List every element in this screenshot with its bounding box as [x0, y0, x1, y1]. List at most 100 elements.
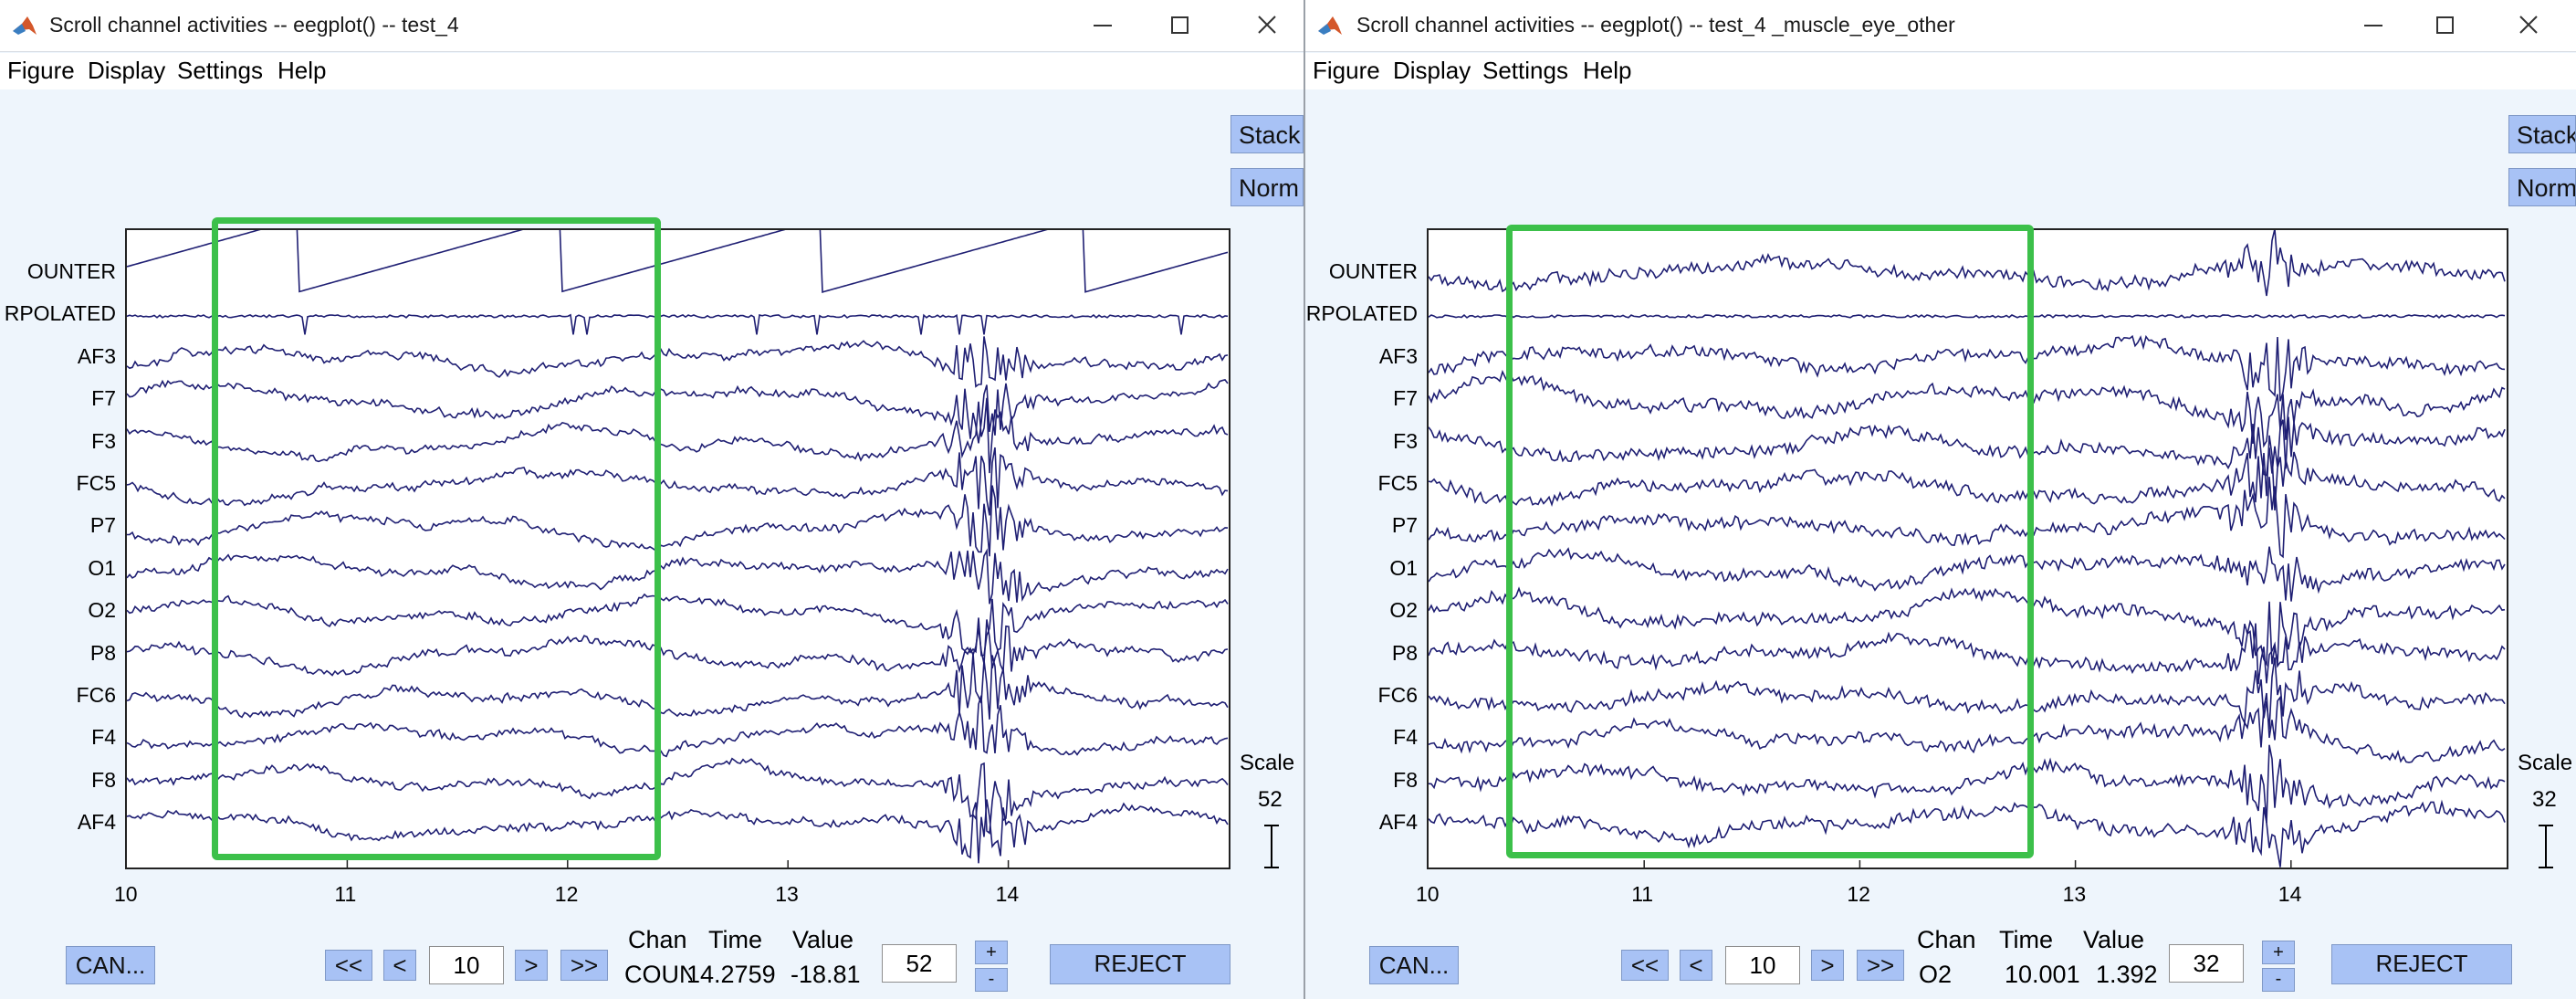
channel-label: AF4: [1378, 810, 1418, 835]
value-readout: 1.392: [2096, 961, 2158, 988]
stack-button[interactable]: Stack: [1230, 115, 1304, 153]
scale-input[interactable]: 52: [882, 944, 957, 983]
menu-display[interactable]: Display: [88, 57, 165, 85]
close-icon: [1258, 16, 1276, 34]
channel-label: F7: [1393, 386, 1418, 411]
channel-label: P7: [1391, 513, 1418, 538]
channel-label: O1: [1389, 555, 1418, 580]
channel-label: F8: [1393, 767, 1418, 792]
channel-label: F8: [91, 767, 116, 792]
maximize-icon: [2436, 16, 2454, 34]
matlab-icon: [13, 16, 37, 35]
menu-bar: Figure Display Settings Help: [1305, 53, 2576, 89]
channel-label: O2: [88, 598, 116, 623]
x-tick-label: 11: [1631, 882, 1654, 906]
chan-readout: COUN: [624, 961, 692, 988]
window-title: Scroll channel activities -- eegplot() -…: [1356, 13, 1955, 37]
window-start-input[interactable]: 10: [1725, 946, 1800, 984]
nav-last-button[interactable]: >>: [560, 950, 608, 981]
scale-input[interactable]: 32: [2169, 944, 2244, 983]
menu-figure[interactable]: Figure: [7, 57, 75, 85]
value-header: Value: [792, 926, 854, 953]
title-bar[interactable]: Scroll channel activities -- eegplot() -…: [0, 0, 1304, 52]
channel-label: F7: [91, 386, 116, 411]
stack-button[interactable]: Stack: [2508, 115, 2576, 153]
channel-label: FC5: [76, 471, 116, 495]
maximize-button[interactable]: [2426, 9, 2463, 42]
minimize-button[interactable]: [1084, 9, 1121, 42]
x-tick-label: 13: [775, 882, 799, 906]
title-bar[interactable]: Scroll channel activities -- eegplot() -…: [1305, 0, 2576, 52]
menu-help[interactable]: Help: [277, 57, 326, 85]
scale-bar-icon: [2539, 825, 2553, 868]
x-tick-label: 10: [1416, 882, 1440, 906]
highlight-box: [212, 217, 661, 860]
scale-decrease-button[interactable]: -: [975, 968, 1008, 992]
window-start-input[interactable]: 10: [429, 946, 504, 984]
menu-figure[interactable]: Figure: [1313, 57, 1380, 85]
time-header: Time: [1999, 926, 2053, 953]
channel-label: RPOLATED: [1305, 301, 1418, 326]
x-tick-label: 12: [554, 882, 579, 906]
x-tick-label: 12: [1847, 882, 1870, 906]
time-header: Time: [708, 926, 762, 953]
minimize-button[interactable]: [2355, 9, 2392, 42]
channel-label: F3: [1393, 428, 1418, 453]
close-button[interactable]: [2510, 9, 2547, 42]
cancel-button[interactable]: CAN...: [1369, 946, 1459, 984]
channel-label: F4: [1393, 725, 1418, 750]
channel-label: P8: [1391, 640, 1418, 665]
channel-label: F3: [91, 428, 116, 453]
nav-next-button[interactable]: >: [515, 950, 548, 981]
chan-header: Chan: [628, 926, 687, 953]
reject-button[interactable]: REJECT: [1050, 944, 1230, 984]
nav-next-button[interactable]: >: [1811, 950, 1844, 981]
highlight-box: [1506, 225, 2034, 858]
minimize-icon: [1094, 25, 1112, 26]
x-tick-label: 11: [334, 882, 357, 906]
x-tick-label: 10: [114, 882, 138, 906]
scale-decrease-button[interactable]: -: [2262, 968, 2295, 992]
nav-last-button[interactable]: >>: [1857, 950, 1904, 981]
nav-prev-button[interactable]: <: [1680, 950, 1712, 981]
chan-readout: O2: [1919, 961, 1953, 988]
x-tick-label: 14: [995, 882, 1020, 906]
channel-label: FC5: [1377, 471, 1418, 495]
norm-button[interactable]: Norm: [2508, 168, 2576, 206]
scale-increase-button[interactable]: +: [2262, 941, 2295, 964]
channel-label: FC6: [1377, 683, 1418, 707]
cancel-button[interactable]: CAN...: [66, 946, 155, 984]
channel-label: P7: [89, 513, 116, 538]
maximize-button[interactable]: [1161, 9, 1198, 42]
maximize-icon: [1171, 16, 1189, 34]
window-title: Scroll channel activities -- eegplot() -…: [49, 13, 459, 37]
nav-first-button[interactable]: <<: [325, 950, 372, 981]
channel-label: OUNTER: [1328, 259, 1418, 283]
time-readout: 14.2759: [686, 961, 776, 988]
x-tick-label: 13: [2062, 882, 2087, 906]
close-icon: [2519, 16, 2538, 34]
nav-prev-button[interactable]: <: [383, 950, 416, 981]
eegplot-window-right: Scroll channel activities -- eegplot() -…: [1305, 0, 2576, 999]
channel-label: P8: [89, 640, 116, 665]
channel-label: AF4: [77, 810, 116, 835]
menu-settings[interactable]: Settings: [177, 57, 263, 85]
menu-help[interactable]: Help: [1583, 57, 1631, 85]
nav-first-button[interactable]: <<: [1621, 950, 1669, 981]
menu-settings[interactable]: Settings: [1482, 57, 1568, 85]
x-tick-label: 14: [2278, 882, 2302, 906]
scale-value: 32: [2532, 787, 2557, 812]
value-readout: -18.81: [791, 961, 861, 988]
time-readout: 10.001: [2005, 961, 2080, 988]
menu-display[interactable]: Display: [1393, 57, 1471, 85]
scale-title: Scale: [1240, 751, 1295, 775]
close-button[interactable]: [1249, 9, 1285, 42]
scale-increase-button[interactable]: +: [975, 941, 1008, 964]
reject-button[interactable]: REJECT: [2331, 944, 2512, 984]
norm-button[interactable]: Norm: [1230, 168, 1304, 206]
matlab-icon: [1318, 16, 1342, 35]
menu-bar: Figure Display Settings Help: [0, 53, 1304, 89]
channel-label: AF3: [1378, 343, 1418, 368]
channel-label: O2: [1389, 598, 1418, 623]
channel-label: FC6: [76, 683, 116, 707]
